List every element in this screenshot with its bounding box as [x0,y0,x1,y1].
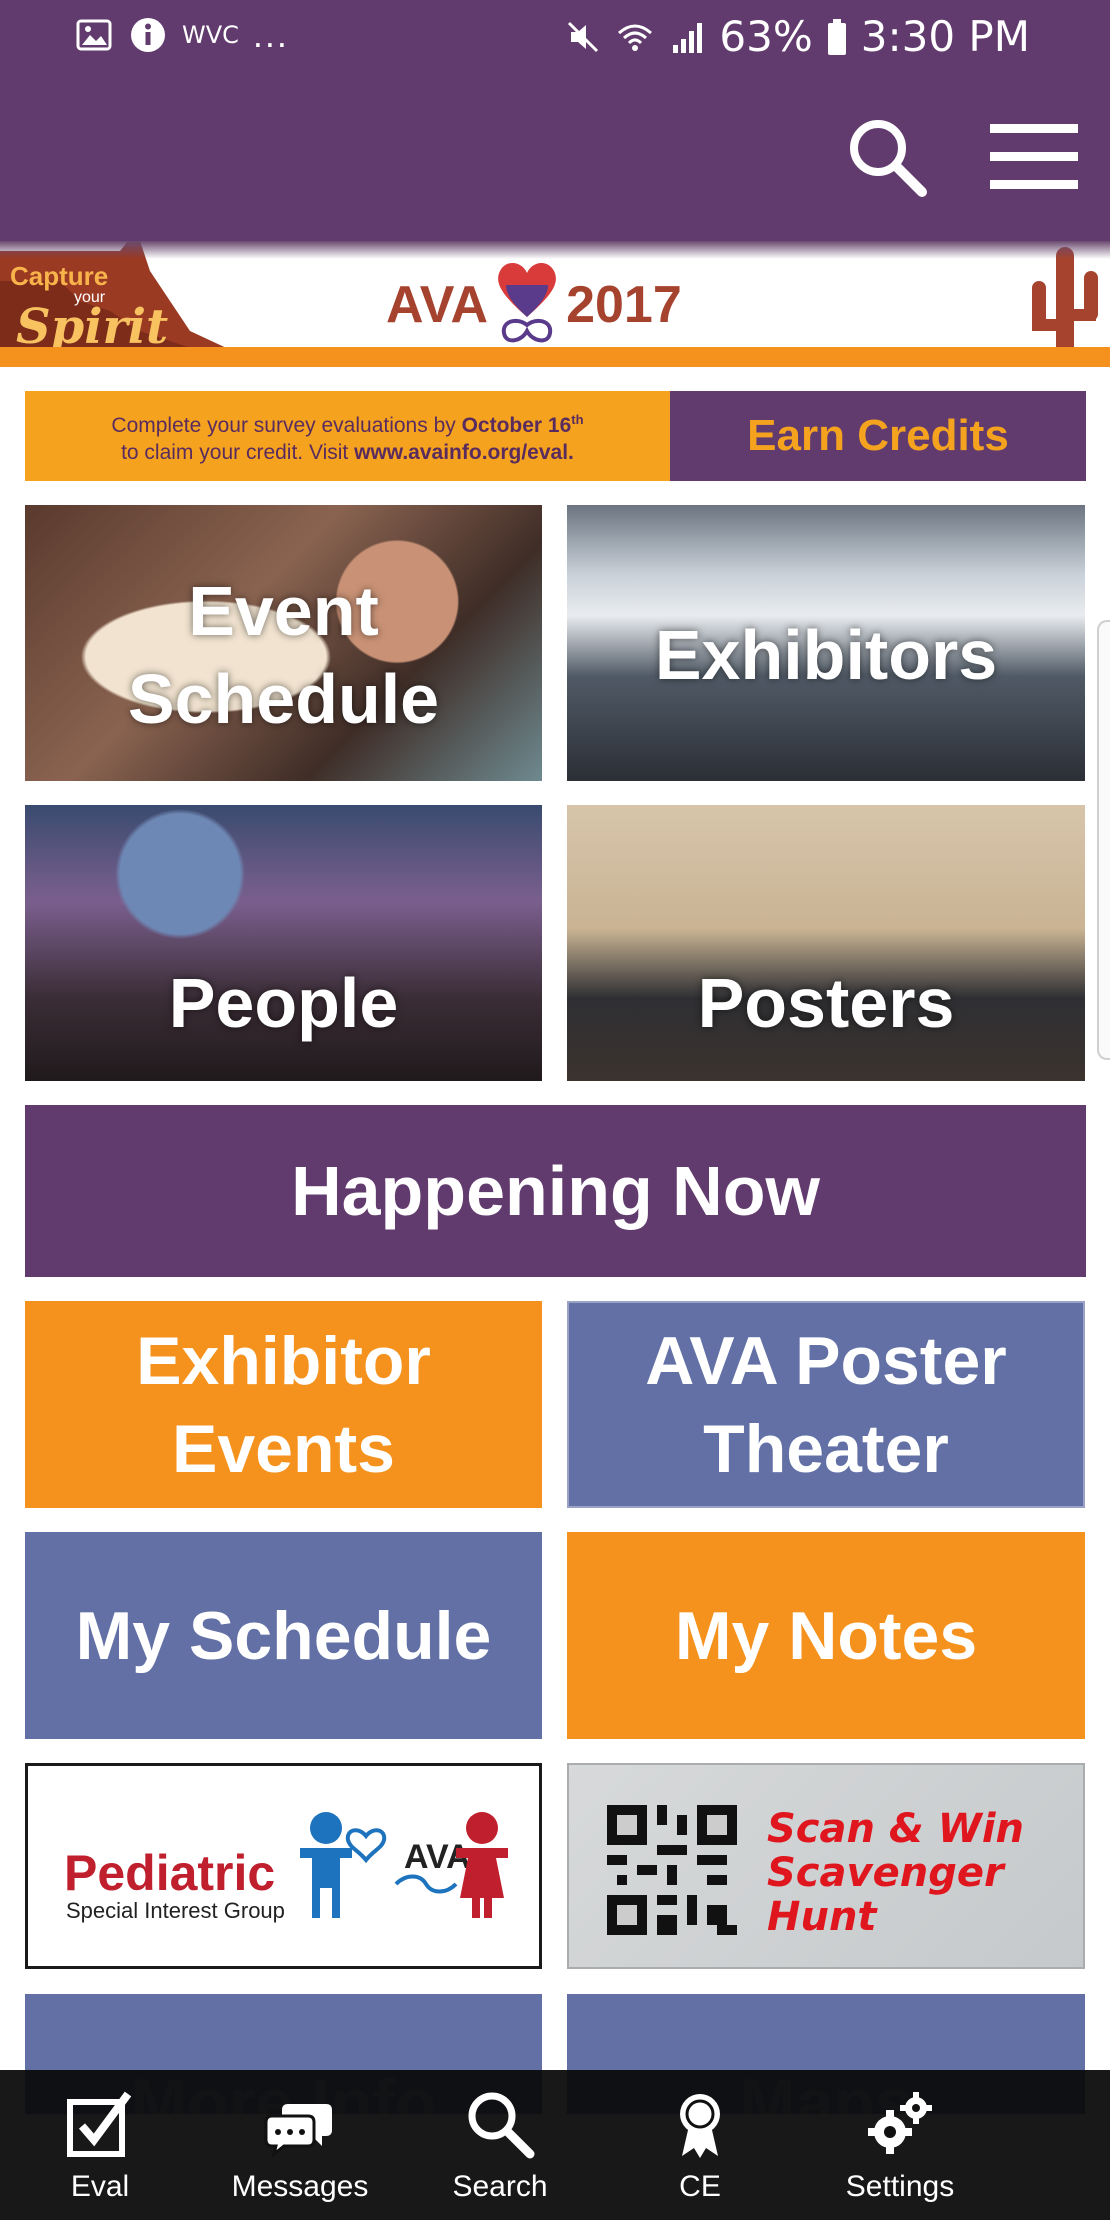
scan-win-text: Scan & Win Scavenger Hunt [767,1806,1025,1940]
info-icon [131,18,165,52]
status-more-dots: ... [252,14,289,55]
status-time: 3:30 PM [860,12,1030,61]
nav-settings[interactable]: Settings [800,2070,1000,2220]
signal-icon [673,22,703,53]
logo-year-text: 2017 [566,276,682,334]
award-ribbon-icon [680,2094,720,2158]
posters-label: Posters [697,964,955,1042]
pediatric-subtitle: Special Interest Group [66,1898,285,1923]
pediatric-title: Pediatric [64,1845,276,1901]
nav-search-label: Search [452,2170,548,2203]
event-schedule-tile[interactable]: Event Schedule [25,505,542,781]
scavenger-hunt-tile[interactable]: Scan & Win Scavenger Hunt [567,1763,1085,1969]
posters-tile[interactable]: Posters [567,805,1085,1081]
battery-icon [827,18,846,55]
poster-theater-button[interactable]: AVA Poster Theater [567,1301,1085,1508]
credits-message: Complete your survey evaluations by Octo… [25,391,670,481]
people-tile[interactable]: People [25,805,542,1081]
pediatric-figures-icon: AVA [300,1812,508,1918]
pediatric-sig-tile[interactable]: Pediatric Special Interest Group AVA [25,1763,542,1969]
gears-icon [868,2092,932,2154]
banner-shadow [0,241,1110,259]
banner-orange-strip [0,347,1110,367]
search-icon [468,2092,535,2159]
exhibitor-events-button[interactable]: Exhibitor Events [25,1301,542,1508]
nav-eval[interactable]: Eval [0,2070,200,2220]
nav-ce[interactable]: CE [600,2070,800,2220]
exhibitors-tile[interactable]: Exhibitors [567,505,1085,781]
gallery-icon [76,19,112,51]
earn-credits-button[interactable]: Earn Credits [670,391,1086,481]
nav-messages-label: Messages [231,2170,369,2203]
app-bar [0,76,1110,241]
heart-infinity-icon [498,262,556,343]
credits-deadline-suffix: th [571,412,584,427]
logo-ava-text: AVA [386,276,489,334]
event-schedule-label: Event Schedule [127,572,440,738]
banner-capture-text: Capture [10,261,109,291]
status-bar: WVC ... 63% 3:30 PM [0,0,1110,76]
checkbox-icon [67,2091,132,2157]
my-notes-button[interactable]: My Notes [567,1532,1085,1739]
event-banner: Capture your Spirit AVA 2017 [0,241,1110,367]
scroll-indicator[interactable] [1097,620,1110,1060]
credits-banner[interactable]: Complete your survey evaluations by Octo… [25,391,1086,481]
nav-settings-label: Settings [845,2170,955,2203]
poster-theater-label: AVA Poster Theater [645,1322,1007,1487]
my-schedule-button[interactable]: My Schedule [25,1532,542,1739]
wifi-icon [618,24,653,51]
search-icon[interactable] [846,116,928,198]
status-bar-right: 63% 3:30 PM [563,12,1030,61]
credits-url: www.avainfo.org/eval. [354,441,574,464]
status-carrier-text: WVC [182,21,239,49]
status-bar-left: WVC ... [74,14,289,56]
nav-messages[interactable]: Messages [200,2070,400,2220]
exhibitor-events-label: Exhibitor Events [136,1322,431,1487]
happening-now-button[interactable]: Happening Now [25,1105,1086,1277]
credits-line2-prefix: to claim your credit. Visit [121,441,355,464]
battery-percent: 63% [719,12,813,61]
people-label: People [168,964,399,1042]
nav-eval-label: Eval [70,2170,130,2203]
ava-2017-logo: AVA 2017 [386,255,682,355]
mute-icon [568,21,599,52]
credits-deadline: October 16 [461,414,572,437]
credits-line1-prefix: Complete your survey evaluations by [111,414,462,437]
bottom-navigation: Eval Messages Search CE Settings [0,2070,1110,2220]
chat-bubbles-icon [264,2104,332,2158]
exhibitors-label: Exhibitors [654,616,998,694]
nav-search[interactable]: Search [400,2070,600,2220]
nav-ce-label: CE [679,2170,721,2203]
qr-code-icon [607,1805,737,1935]
hamburger-menu-icon[interactable] [990,122,1078,192]
